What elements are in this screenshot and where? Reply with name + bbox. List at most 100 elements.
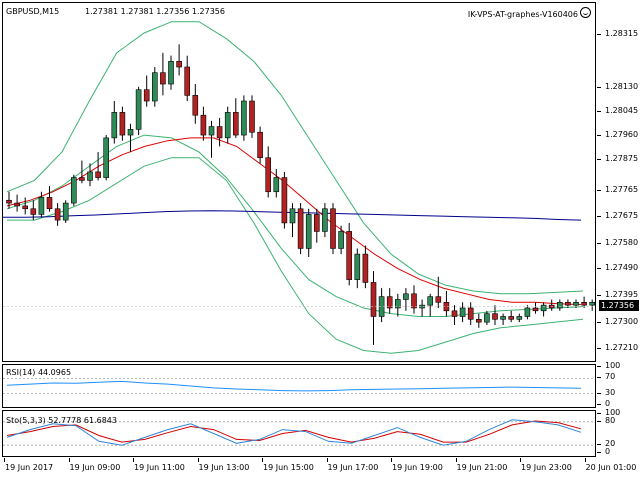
candle-body bbox=[362, 253, 369, 283]
candle-body bbox=[305, 214, 312, 249]
time-tick-mark bbox=[520, 458, 521, 462]
candle-body bbox=[273, 177, 280, 193]
time-tick-mark bbox=[262, 458, 263, 462]
rsi-scale-label: 30 bbox=[605, 387, 616, 397]
candle-body bbox=[581, 302, 587, 306]
time-tick-mark bbox=[391, 458, 392, 462]
bollinger-lower-line bbox=[7, 157, 584, 354]
candle-body bbox=[14, 202, 20, 207]
candle-body bbox=[87, 171, 93, 181]
candle-body bbox=[556, 302, 563, 309]
current-price-tag: 1.27356 bbox=[599, 300, 639, 312]
candle-body bbox=[508, 316, 515, 320]
price-tick-label: 1.27875 bbox=[605, 154, 639, 164]
price-scale[interactable]: 1.28315 1.28130 1.28045 1.27960 1.27875 1.277… bbox=[597, 2, 640, 458]
candle-body bbox=[484, 313, 490, 323]
candle-body bbox=[160, 72, 166, 85]
main-chart-pane[interactable]: GBPUSD,M15 1.27381 1.27381 1.27356 1.273… bbox=[2, 2, 596, 362]
candle-body bbox=[62, 202, 69, 221]
price-chart[interactable] bbox=[3, 3, 595, 361]
price-tick-mark bbox=[597, 322, 601, 324]
price-tick-mark bbox=[597, 110, 601, 112]
time-tick-label: 19 Jun 21:00 bbox=[456, 463, 508, 472]
time-axis[interactable]: 19 Jun 2017 19 Jun 09:00 19 Jun 11:00 19 Ju… bbox=[2, 458, 640, 480]
time-tick-mark bbox=[197, 458, 199, 462]
price-tick-mark bbox=[597, 295, 601, 297]
candle-body bbox=[249, 100, 255, 133]
candle-body bbox=[192, 95, 199, 116]
candle-body bbox=[54, 208, 61, 221]
expert-label: IK-VPS-AT-graphes-V160406 bbox=[468, 7, 591, 19]
price-tick-label: 1.27490 bbox=[605, 263, 639, 273]
candle-body bbox=[168, 61, 174, 85]
time-tick-label: 20 Jun 01:00 bbox=[585, 463, 637, 472]
expert-name: IK-VPS-AT-graphes-V160406 bbox=[467, 10, 578, 19]
candle-body bbox=[257, 131, 263, 159]
candle-body bbox=[184, 66, 190, 96]
price-tick-mark bbox=[597, 366, 601, 367]
smiley-icon bbox=[580, 7, 591, 18]
candle-body bbox=[103, 137, 109, 178]
time-tick-label: 19 Jun 19:00 bbox=[392, 463, 443, 472]
candle-body bbox=[71, 177, 77, 204]
candle-body bbox=[532, 307, 539, 312]
candle-body bbox=[30, 208, 37, 215]
price-tick-mark bbox=[597, 159, 601, 161]
stochastic-pane[interactable]: Sto(5,3,3) 52.7778 61.6843 bbox=[2, 410, 596, 457]
candle-body bbox=[176, 61, 182, 68]
price-tick-label: 1.27960 bbox=[605, 130, 639, 140]
time-tick-mark bbox=[133, 458, 134, 462]
candle-body bbox=[338, 231, 344, 249]
time-tick-mark bbox=[326, 458, 328, 462]
stochastic-scale-label: 0 bbox=[605, 447, 611, 456]
candle-body bbox=[265, 157, 272, 193]
price-tick-mark bbox=[597, 444, 601, 446]
candle-body bbox=[330, 208, 336, 249]
candle-body bbox=[435, 296, 442, 303]
rsi-pane[interactable]: RSI(14) 44.0965 bbox=[2, 364, 596, 408]
price-tick-mark bbox=[597, 215, 601, 217]
candle-body bbox=[516, 316, 523, 320]
candle-body bbox=[200, 114, 207, 136]
candle-body bbox=[427, 296, 434, 306]
price-tick-mark bbox=[597, 135, 601, 137]
candle-body bbox=[216, 126, 223, 139]
price-tick-label: 1.27580 bbox=[605, 237, 639, 247]
candle-body bbox=[354, 253, 361, 280]
rsi-scale-label: 100 bbox=[605, 361, 621, 370]
candle-body bbox=[38, 197, 45, 215]
price-tick-label: 1.27300 bbox=[605, 317, 639, 327]
price-tick-mark bbox=[597, 34, 601, 36]
candle-body bbox=[208, 126, 215, 136]
symbol-label: GBPUSD,M15 bbox=[6, 7, 60, 16]
price-tick-label: 1.28045 bbox=[605, 105, 639, 115]
price-tick-mark bbox=[597, 377, 601, 379]
ohlc-label: 1.27381 1.27381 1.27356 1.27356 bbox=[85, 7, 225, 16]
candle-body bbox=[233, 112, 239, 136]
candle-body bbox=[459, 307, 466, 317]
price-tick-label: 1.28130 bbox=[605, 81, 639, 91]
candle-body bbox=[6, 199, 12, 204]
bollinger-upper-line bbox=[6, 21, 584, 295]
time-tick-label: 19 Jun 23:00 bbox=[521, 463, 572, 472]
time-tick-label: 19 Jun 13:00 bbox=[198, 463, 250, 472]
candle-body bbox=[79, 177, 85, 181]
time-tick-label: 19 Jun 11:00 bbox=[134, 463, 185, 472]
price-tick-mark bbox=[597, 242, 601, 244]
candle-body bbox=[589, 302, 595, 306]
price-tick-mark bbox=[597, 347, 601, 349]
price-tick-mark bbox=[597, 452, 601, 453]
price-tick-label: 1.27765 bbox=[605, 185, 639, 195]
price-tick-label: 1.27210 bbox=[605, 342, 639, 352]
time-tick-label: 19 Jun 17:00 bbox=[327, 463, 379, 472]
price-tick-label: 1.28315 bbox=[605, 29, 639, 39]
candle-body bbox=[241, 100, 247, 136]
candle-body bbox=[135, 89, 142, 130]
candle-body bbox=[346, 231, 353, 280]
price-tick-mark bbox=[597, 190, 601, 192]
stochastic-label: Sto(5,3,3) 52.7778 61.6843 bbox=[6, 416, 117, 425]
candle-body bbox=[143, 89, 150, 102]
price-tick-mark bbox=[597, 86, 601, 88]
rsi-chart bbox=[3, 377, 595, 395]
candle-body bbox=[224, 112, 231, 139]
